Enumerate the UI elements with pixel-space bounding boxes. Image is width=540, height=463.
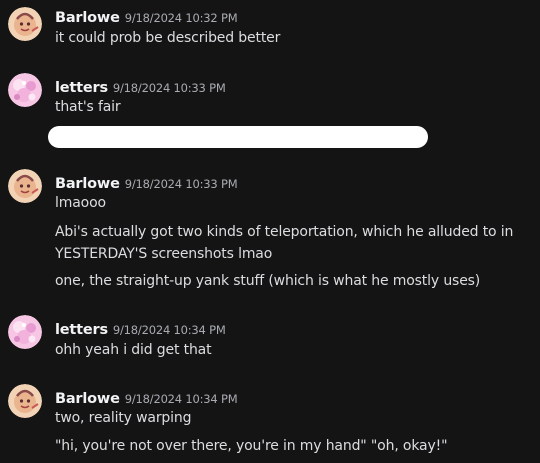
barlowe-avatar-icon [8,384,42,418]
timestamp[interactable]: 9/18/2024 10:33 PM [125,177,238,191]
message-text: lmaooo [55,195,106,211]
timestamp[interactable]: 9/18/2024 10:33 PM [113,81,226,95]
message-text: ohh yeah i did get that [55,342,212,358]
avatar[interactable] [8,169,42,203]
author-name[interactable]: letters [55,80,108,96]
barlowe-avatar-icon [8,7,42,41]
message-header: letters 9/18/2024 10:33 PM [55,77,226,96]
avatar[interactable] [8,7,42,41]
message-text: two, reality warping [55,410,192,426]
message-header: letters 9/18/2024 10:34 PM [55,319,226,338]
avatar[interactable] [8,384,42,418]
barlowe-avatar-icon [8,169,42,203]
letters-avatar-icon [8,315,42,349]
author-name[interactable]: Barlowe [55,391,120,407]
message-text: it could prob be described better [55,30,281,46]
author-name[interactable]: Barlowe [55,176,120,192]
message-header: Barlowe 9/18/2024 10:34 PM [55,388,238,407]
message-text: "hi, you're not over there, you're in my… [55,438,448,454]
redaction-bar [48,126,428,148]
letters-avatar-icon [8,73,42,107]
timestamp[interactable]: 9/18/2024 10:32 PM [125,11,238,25]
avatar[interactable] [8,315,42,349]
timestamp[interactable]: 9/18/2024 10:34 PM [113,323,226,337]
message-text: that's fair [55,99,121,115]
message-header: Barlowe 9/18/2024 10:33 PM [55,173,238,192]
message-text: Abi's actually got two kinds of teleport… [55,224,514,240]
author-name[interactable]: letters [55,322,108,338]
avatar[interactable] [8,73,42,107]
message-text: YESTERDAY'S screenshots lmao [55,246,273,262]
message-text: one, the straight-up yank stuff (which i… [55,273,481,289]
message-header: Barlowe 9/18/2024 10:32 PM [55,7,238,26]
timestamp[interactable]: 9/18/2024 10:34 PM [125,392,238,406]
author-name[interactable]: Barlowe [55,10,120,26]
